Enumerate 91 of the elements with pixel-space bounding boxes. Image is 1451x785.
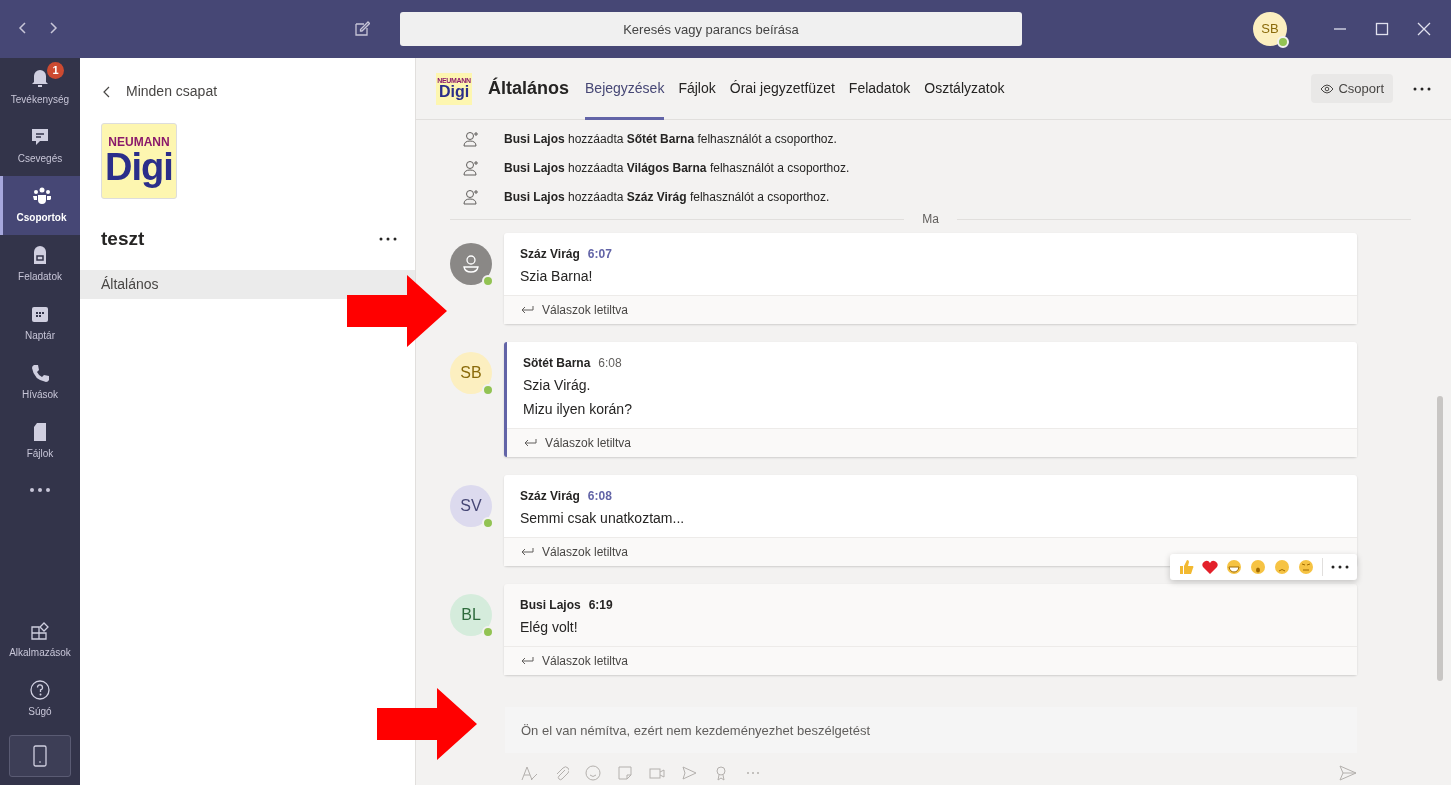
person-add-icon [462,159,480,176]
people-icon [31,186,52,206]
rail-item[interactable]: Hívások [0,353,80,412]
author-name: Száz Virág [520,488,580,505]
rail-item[interactable]: Csevegés [0,117,80,176]
avatar: SB [450,352,492,394]
phone-device-icon [33,745,47,767]
more-icon[interactable] [1413,86,1431,91]
apps-icon [30,621,50,641]
notification-badge: 1 [47,62,64,79]
format-icon[interactable] [521,765,537,781]
chevron-left-icon [102,85,110,98]
reply-arrow-icon [523,438,537,448]
search-field[interactable]: Keresés vagy parancs beírása [400,12,1022,46]
person-icon [461,254,481,274]
avatar: SV [450,485,492,527]
more-icon[interactable] [379,237,397,242]
back-link[interactable]: Minden csapat [101,80,219,103]
activity-text: Busi Lajos hozzáadta Világos Barna felhasználót a csoporthoz. [504,159,850,177]
chat-icon [30,127,50,147]
rail-item[interactable]: Fájlok [0,412,80,471]
phone-icon [30,363,50,383]
send-icon[interactable] [1339,765,1357,781]
angry-face-icon[interactable] [1298,559,1314,575]
message-time: 6:08 [587,488,612,505]
heart-icon[interactable] [1202,559,1218,575]
author-name: Száz Virág [520,246,580,263]
calendar-icon [30,304,50,324]
presence-dot [1277,36,1289,48]
help-icon [30,680,50,700]
presence-dot [482,275,494,287]
message-text: Szia Barna! [520,267,594,286]
user-avatar[interactable]: SB [1253,12,1287,46]
message-time: 6:08 [598,355,622,372]
send-outline-icon[interactable] [681,765,697,781]
activity-text: Busi Lajos hozzáadta Száz Virág felhasználót a csoporthoz. [504,188,830,206]
author-name: Sötét Barna [523,355,591,372]
rail-item[interactable]: Feladatok [0,235,80,294]
more-icon[interactable] [29,487,51,493]
message-time: 6:07 [587,246,612,263]
presence-dot [482,384,494,396]
reply-status: Válaszok letiltva [542,653,629,670]
message-text: Szia Virág. [523,376,592,395]
maximize-icon[interactable] [1375,22,1389,36]
reply-arrow-icon [520,547,534,557]
person-add-icon [462,188,480,205]
scrollbar-thumb[interactable] [1437,396,1443,681]
eye-icon [1320,83,1335,94]
team-button[interactable]: Csoport [1311,73,1393,104]
message-text: Elég volt! [520,618,579,637]
rail-item[interactable]: Csoportok [0,176,80,235]
presence-dot [482,517,494,529]
tab[interactable]: Feladatok [848,57,911,120]
avatar: BL [450,594,492,636]
team-name: teszt [101,227,145,251]
logo-text: Digi [438,84,470,100]
rail-item[interactable]: Súgó [0,670,80,729]
channel-item[interactable]: Általános [80,269,415,299]
reply-arrow-icon [520,305,534,315]
reply-status: Válaszok letiltva [542,544,629,561]
message-time: 6:19 [588,597,613,614]
channel-title: Általános [488,76,570,100]
mobile-button[interactable] [9,735,71,777]
tab[interactable]: Órai jegyzetfüzet [729,57,835,120]
message-text: Mizu ilyen korán? [523,400,633,419]
author-name: Busi Lajos [520,597,581,614]
activity-text: Busi Lajos hozzáadta Sőtét Barna felhasználót a csoporthoz. [504,130,837,148]
logo-text: Digi [105,148,173,186]
presence-dot [482,626,494,638]
reply-status: Válaszok letiltva [545,435,632,452]
more-icon[interactable] [1331,565,1349,569]
rail-item[interactable]: Naptár [0,294,80,353]
sad-face-icon[interactable] [1274,559,1290,575]
reply-arrow-icon [520,656,534,666]
tab[interactable]: Bejegyzések [585,57,665,120]
logo-text: NEUMANN [108,136,170,148]
compose-icon[interactable] [354,21,370,37]
person-add-icon [462,130,480,147]
reply-status: Válaszok letiltva [542,302,629,319]
laughing-face-icon[interactable] [1226,559,1242,575]
thumbs-up-icon[interactable] [1178,559,1194,575]
close-icon[interactable] [1417,22,1431,36]
day-divider-label: Ma [922,211,939,228]
tab[interactable]: Osztályzatok [924,57,1005,120]
surprised-face-icon[interactable] [1250,559,1266,575]
bell-icon [30,68,50,88]
message-text: Semmi csak unatkoztam... [520,509,686,528]
rail-item[interactable]: Alkalmazások [0,611,80,670]
award-icon[interactable] [713,765,729,781]
tab[interactable]: Fájlok [678,57,716,120]
rail-item[interactable]: Tevékenység 1 [0,58,80,117]
